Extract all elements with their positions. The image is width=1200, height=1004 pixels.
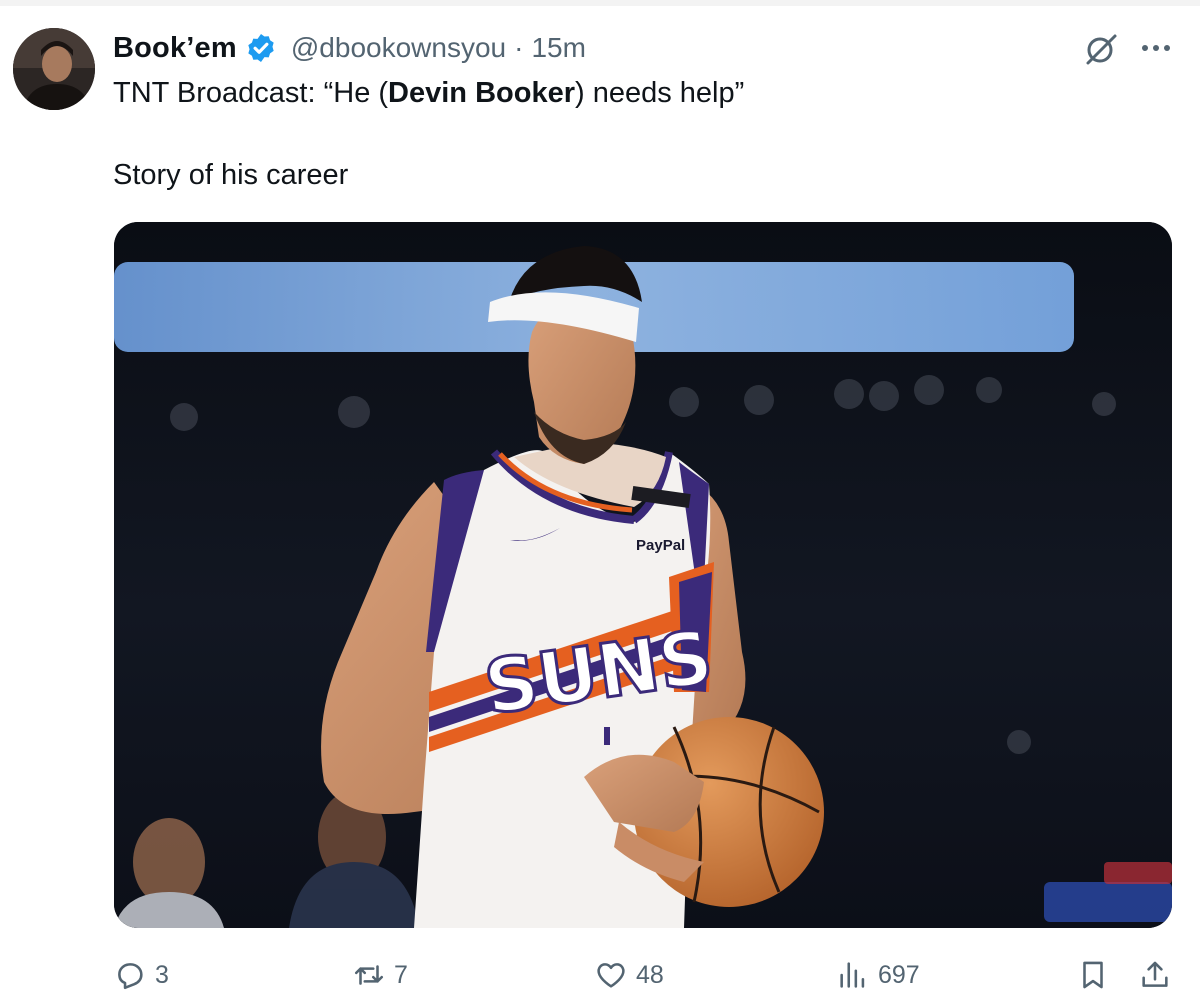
tweet-text-line-1: TNT Broadcast: “He (Devin Booker) needs … bbox=[113, 77, 745, 109]
views-count: 697 bbox=[878, 960, 920, 989]
repost-icon bbox=[354, 965, 384, 985]
tweet-text: TNT Broadcast: “He (Devin Booker) needs … bbox=[113, 74, 1163, 194]
tweet-photo[interactable]: PayPal SUNS bbox=[114, 222, 1172, 928]
tweet-header: Book’em @dbookownsyou · 15m bbox=[113, 26, 586, 70]
like-icon bbox=[597, 963, 625, 988]
more-icon[interactable] bbox=[1138, 30, 1174, 66]
views-button[interactable]: 697 bbox=[836, 950, 920, 1000]
bookmark-icon bbox=[1083, 961, 1103, 989]
reply-count: 3 bbox=[155, 960, 169, 989]
like-count: 48 bbox=[636, 960, 664, 989]
avatar[interactable] bbox=[13, 28, 95, 110]
repost-button[interactable]: 7 bbox=[352, 950, 408, 1000]
like-button[interactable]: 48 bbox=[594, 950, 664, 1000]
share-button[interactable] bbox=[1138, 950, 1172, 1000]
tweet-actions: 3 7 48 697 bbox=[0, 950, 1200, 1000]
jersey-sponsor-text: PayPal bbox=[636, 537, 685, 554]
verified-badge-icon bbox=[245, 32, 277, 64]
timestamp[interactable]: 15m bbox=[531, 32, 585, 64]
bookmark-button[interactable] bbox=[1076, 950, 1110, 1000]
grok-icon[interactable] bbox=[1082, 30, 1120, 68]
display-name[interactable]: Book’em bbox=[113, 32, 237, 65]
tweet-text-line-2: Story of his career bbox=[113, 159, 349, 191]
handle[interactable]: @dbookownsyou bbox=[291, 32, 506, 64]
reply-icon bbox=[118, 963, 143, 990]
separator-dot: · bbox=[514, 32, 524, 63]
share-icon bbox=[1142, 961, 1168, 987]
views-icon bbox=[840, 962, 865, 988]
repost-count: 7 bbox=[394, 960, 408, 989]
mention-devin-booker: Devin Booker bbox=[388, 77, 575, 109]
reply-button[interactable]: 3 bbox=[113, 950, 169, 1000]
tweet[interactable]: Book’em @dbookownsyou · 15m TNT Broadcas… bbox=[0, 0, 1200, 1004]
